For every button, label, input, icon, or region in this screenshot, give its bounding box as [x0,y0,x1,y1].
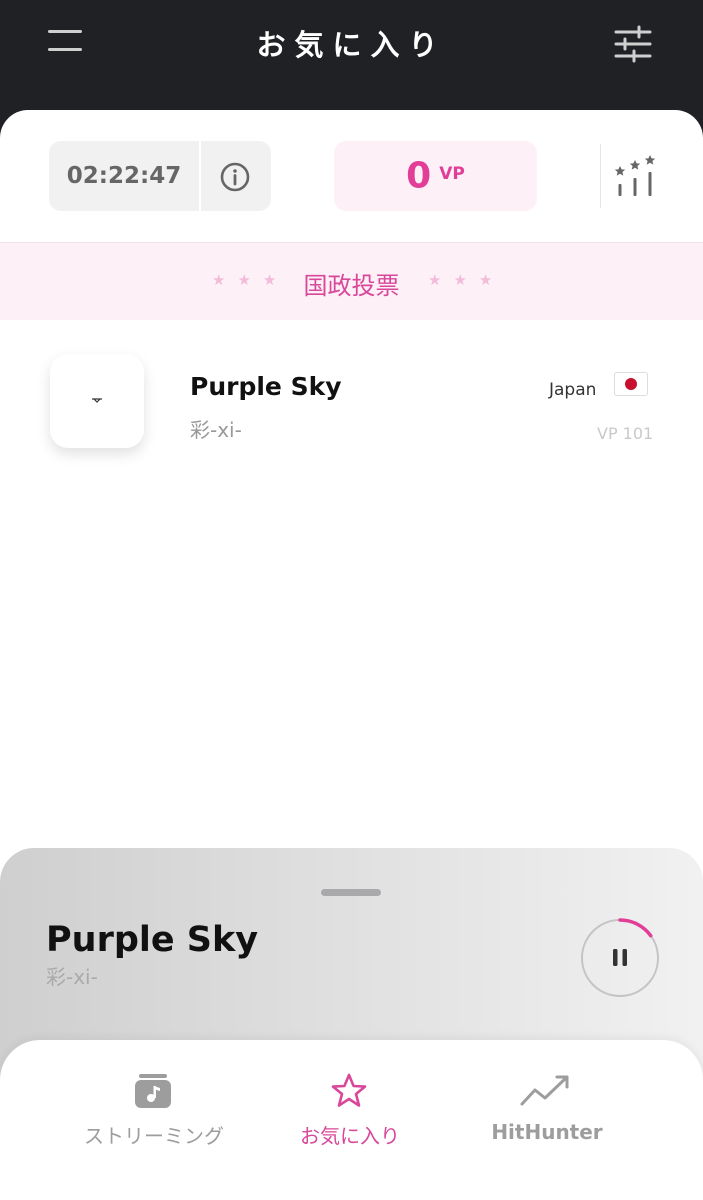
drag-handle[interactable] [321,889,381,896]
vp-value: 0 [406,155,432,197]
vp-unit: VP [439,163,465,184]
page-title: お気に入り [256,28,447,62]
nav-favorites[interactable]: お気に入り [250,1040,450,1170]
nav-label-hithunter: HitHunter [491,1120,603,1144]
stats-divider [600,144,601,208]
track-vp: VP 101 [597,424,654,443]
vp-balance: 0 VP [334,141,537,211]
track-country: Japan [549,380,597,400]
nav-hithunter[interactable]: HitHunter [447,1040,647,1170]
timer-divider [199,141,201,211]
track-title: Purple Sky [190,372,342,401]
nav-streaming[interactable]: ストリーミング [54,1040,254,1170]
now-playing-title: Purple Sky [46,920,259,960]
music-box-icon [135,1074,171,1108]
now-playing-artist: 彩-xi- [46,965,98,989]
favorite-track-row[interactable]: Purple Sky 彩-xi- Japan VP 101 [0,346,703,456]
pause-icon [613,949,627,966]
pause-button[interactable] [580,918,660,998]
japan-flag-icon [614,372,648,396]
banner-stars-right: ★★★ [428,271,505,289]
nav-label-favorites: お気に入り [300,1124,400,1148]
track-artist: 彩-xi- [190,418,242,442]
playback-progress-arc [618,918,653,938]
timer-value: 02:22:47 [66,163,182,189]
ranking-stars-icon[interactable] [612,154,658,198]
star-icon [331,1073,367,1107]
cover-artwork-icon [92,398,102,403]
bottom-navigation: ストリーミング お気に入り HitHunter [0,1040,703,1200]
nav-label-streaming: ストリーミング [84,1124,224,1148]
countdown-timer: 02:22:47 [49,141,271,211]
sliders-icon[interactable] [612,24,654,64]
election-banner[interactable]: ★★★ 国政投票 ★★★ [0,242,703,320]
album-cover [50,354,144,448]
banner-label: 国政投票 [303,272,400,300]
info-icon[interactable] [219,161,251,193]
trend-up-icon [520,1075,569,1106]
